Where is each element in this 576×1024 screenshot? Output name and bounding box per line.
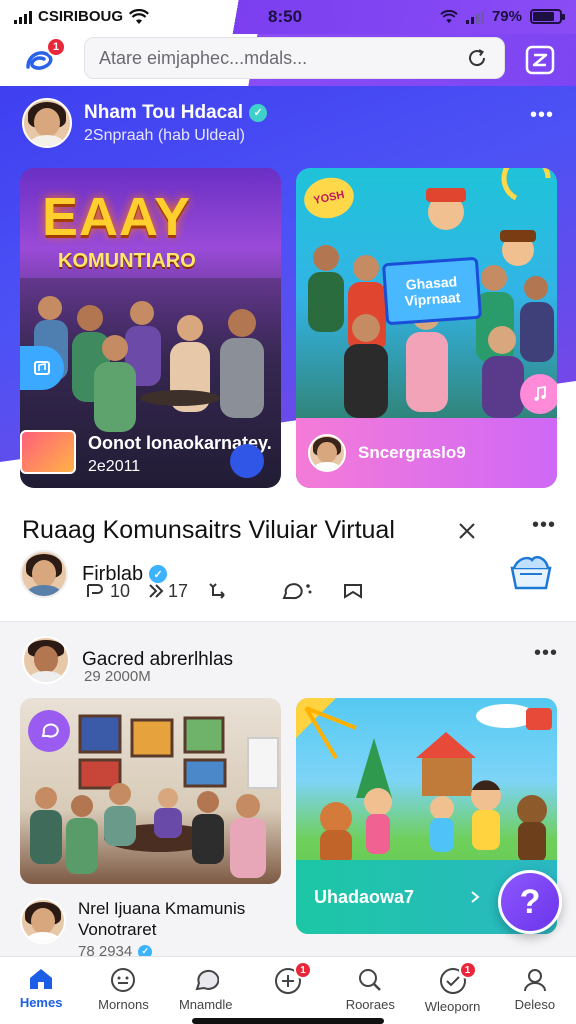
home-icon [30, 969, 53, 989]
share-icon [149, 584, 164, 598]
nav-item-home[interactable]: Hemes [0, 957, 82, 1024]
avatar[interactable] [20, 898, 66, 944]
card-right-footer-text: Sncergraslo9 [358, 443, 466, 462]
status-right: 79% [440, 8, 565, 25]
more-options-icon[interactable]: ••• [534, 642, 558, 665]
avatar[interactable] [20, 550, 68, 598]
avatar[interactable] [22, 98, 72, 148]
kids-card-footer-text: Uhadaowa7 [314, 886, 415, 907]
search-input[interactable] [99, 47, 464, 69]
hero-author-name: Nham Tou Hdacal [84, 101, 244, 123]
music-note-icon [534, 385, 546, 401]
verified-icon: ✓ [249, 103, 268, 122]
share-button[interactable]: 17 [146, 580, 208, 602]
bookmark-button[interactable] [342, 580, 404, 602]
play-dot[interactable] [230, 444, 264, 478]
music-note-button[interactable] [520, 374, 557, 414]
hero-author[interactable]: Nham Tou Hdacal ✓ 2Snpraah (hab Uldeal) [22, 98, 268, 148]
card-banner-title: EAAY [42, 187, 192, 247]
nav-badge: 1 [293, 961, 312, 979]
post-community: Ruaag Komunsaitrs Viluiar Virtual ••• Fi… [0, 498, 576, 622]
more-options-icon[interactable]: ••• [532, 514, 556, 537]
battery-icon [530, 9, 565, 24]
featured-section: Nham Tou Hdacal ✓ 2Snpraah (hab Uldeal) … [0, 86, 576, 498]
battery-percent: 79% [491, 8, 522, 25]
post-actions: 10 17 [84, 580, 404, 602]
arcade-icon [20, 430, 76, 474]
compose-button[interactable] [520, 40, 560, 80]
cake-icon [510, 556, 552, 590]
share-count: 17 [168, 580, 189, 601]
status-bar: CSIRIBOUG 8:50 79% [0, 0, 576, 34]
repost-icon [209, 583, 225, 599]
second-author-line2: Vonotraret [78, 920, 157, 939]
chat-bubble-button[interactable] [28, 710, 70, 752]
card-banner-subtitle: KOMUNTIARO [58, 250, 196, 272]
nav-label: Rooraes [345, 997, 395, 1012]
nav-label: Deleso [514, 997, 556, 1012]
chat-bubble-icon [41, 723, 59, 738]
comment-icon [282, 583, 312, 600]
music-button[interactable] [20, 346, 64, 390]
nav-label: Mornons [98, 997, 149, 1012]
chat-icon [195, 969, 219, 991]
park-illustration [296, 698, 552, 866]
repost-button[interactable] [208, 580, 270, 602]
post-gathering: Gacred abrerlhlas 29 2000M ••• Uhadaowa7… [0, 622, 576, 960]
nav-item-messages[interactable]: Mnamdle [165, 957, 247, 1024]
avatar[interactable] [308, 434, 346, 472]
signal-icon [14, 10, 32, 24]
featured-card-right[interactable]: YOSH Ghasad Viprnaat Sncergraslo9 [296, 168, 557, 488]
nav-label: Mnamdle [178, 997, 233, 1012]
nav-label: Hemes [19, 995, 63, 1010]
close-icon [459, 523, 475, 539]
wifi-icon [440, 9, 458, 23]
music-icon [34, 361, 50, 375]
carrier-name: CSIRIBOUG [38, 8, 124, 25]
gift-button[interactable] [508, 552, 554, 592]
help-fab-button[interactable]: ? [498, 870, 562, 934]
bookmark-icon [344, 584, 362, 599]
card-right-footer: Sncergraslo9 [296, 418, 557, 488]
event-sign: Ghasad Viprnaat [381, 256, 483, 326]
reply-count: 10 [110, 580, 131, 601]
post-title: Ruaag Komunsaitrs Viluiar Virtual [22, 516, 395, 544]
status-time: 8:50 [268, 7, 303, 26]
nav-badge: 1 [458, 961, 477, 979]
hero-author-subtitle: 2Snpraah (hab Uldeal) [84, 126, 245, 144]
compose-icon [525, 45, 555, 75]
featured-card-left[interactable]: EAAY KOMUNTIARO Oonot lonaokarnatey. 2e2… [20, 168, 281, 488]
reply-icon [87, 584, 103, 597]
wifi-icon [129, 8, 149, 24]
smiley-icon [111, 968, 136, 992]
nav-item-activity[interactable]: 1 Wleoporn [411, 957, 493, 1024]
refresh-icon[interactable] [464, 45, 490, 71]
search-icon [359, 969, 382, 991]
nav-label: Wleoporn [424, 999, 481, 1014]
profile-icon [523, 969, 546, 992]
nav-item-create[interactable]: 1 [247, 957, 329, 1024]
status-left: CSIRIBOUG [14, 8, 149, 25]
post2-subtitle: 29 2000M [84, 668, 151, 685]
chevron-right-icon [471, 891, 480, 903]
nav-item-search[interactable]: Rooraes [329, 957, 411, 1024]
nav-item-profile[interactable]: Deleso [494, 957, 576, 1024]
second-author-line1: Nrel Ijuana Kmamunis [78, 899, 246, 918]
app-header: 1 [0, 34, 576, 86]
gathering-photo-card[interactable] [20, 698, 281, 884]
search-bar[interactable] [84, 37, 505, 79]
home-indicator[interactable] [192, 1018, 384, 1024]
reply-button[interactable]: 10 [84, 580, 146, 602]
more-options-icon[interactable]: ••• [530, 104, 554, 127]
nav-item-moments[interactable]: Mornons [82, 957, 164, 1024]
cell-signal-icon [465, 10, 484, 24]
notification-badge: 1 [46, 37, 66, 57]
comment-button[interactable] [280, 580, 342, 602]
post2-second-author[interactable]: Nrel Ijuana Kmamunis Vonotraret 78 2934 … [20, 898, 245, 960]
hero-author-name-row: Nham Tou Hdacal ✓ [84, 101, 268, 124]
avatar[interactable] [22, 636, 70, 684]
close-button[interactable] [452, 516, 482, 546]
bottom-nav: Hemes Mornons Mnamdle 1 Rooraes 1 Wleopo… [0, 956, 576, 1024]
app-logo[interactable]: 1 [22, 37, 66, 79]
